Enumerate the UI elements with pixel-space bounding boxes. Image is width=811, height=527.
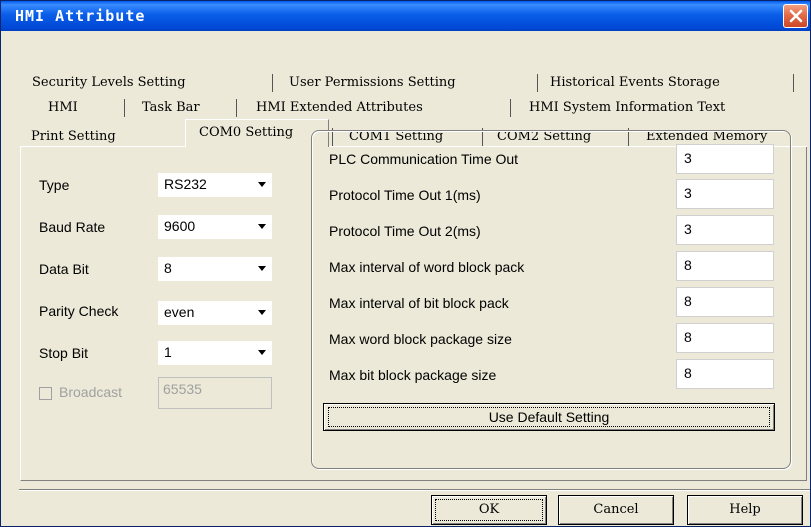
field-value: 8 [684, 329, 692, 345]
parity-check-value: even [164, 304, 195, 320]
tab-print-setting[interactable]: Print Setting [31, 127, 116, 147]
close-button[interactable] [783, 4, 808, 28]
active-tab-outline [185, 119, 329, 147]
window-title: HMI Attribute [15, 7, 146, 25]
tab-separator [124, 99, 125, 117]
max-word-block-size-label: Max word block package size [329, 331, 512, 347]
help-label: Help [729, 502, 761, 517]
chevron-down-icon [258, 182, 266, 187]
field-value: 3 [684, 185, 692, 201]
tab-separator [510, 99, 511, 117]
tab-hmi[interactable]: HMI [48, 98, 78, 118]
close-icon [789, 9, 803, 23]
tab-task-bar[interactable]: Task Bar [142, 98, 200, 118]
tab-hmi-system-information-text[interactable]: HMI System Information Text [529, 98, 725, 118]
dropdown-button[interactable] [252, 301, 272, 325]
broadcast-address-field[interactable]: 65535 [158, 377, 272, 409]
cancel-label: Cancel [593, 502, 639, 517]
data-bit-value: 8 [164, 260, 172, 276]
protocol-timeout-2-label: Protocol Time Out 2(ms) [329, 223, 481, 239]
tab-separator [793, 74, 794, 92]
protocol-timeout-1-input[interactable]: 3 [676, 179, 774, 209]
max-interval-word-block-input[interactable]: 8 [676, 251, 774, 281]
type-value: RS232 [164, 176, 207, 192]
plc-communication-timeout-label: PLC Communication Time Out [329, 151, 519, 167]
stop-bit-label: Stop Bit [39, 345, 89, 361]
stop-bit-value: 1 [164, 344, 172, 360]
tab-user-permissions-setting[interactable]: User Permissions Setting [289, 73, 456, 93]
divider-highlight [19, 490, 810, 491]
field-value: 3 [684, 221, 692, 237]
dropdown-button[interactable] [252, 215, 272, 239]
chevron-down-icon [258, 310, 266, 315]
cancel-button[interactable]: Cancel [558, 495, 674, 525]
field-value: 8 [684, 257, 692, 273]
baud-rate-value: 9600 [164, 218, 196, 234]
ok-button[interactable]: OK [431, 495, 547, 525]
tab-separator [236, 99, 237, 117]
parity-check-label: Parity Check [39, 303, 119, 319]
stop-bit-select[interactable]: 1 [158, 341, 272, 365]
use-default-setting-label: Use Default Setting [488, 409, 610, 425]
ok-label: OK [478, 502, 500, 517]
field-value: 8 [684, 293, 692, 309]
field-value: 3 [684, 150, 692, 166]
dropdown-button[interactable] [252, 173, 272, 197]
type-label: Type [39, 177, 70, 193]
broadcast-address-value: 65535 [163, 381, 202, 397]
tab-security-levels-setting[interactable]: Security Levels Setting [32, 73, 186, 93]
max-word-block-size-input[interactable]: 8 [676, 323, 774, 353]
max-interval-bit-block-label: Max interval of bit block pack [329, 295, 509, 311]
protocol-timeout-1-label: Protocol Time Out 1(ms) [329, 187, 481, 203]
dropdown-button[interactable] [252, 257, 272, 281]
tab-hmi-extended-attributes[interactable]: HMI Extended Attributes [256, 98, 423, 118]
help-button[interactable]: Help [687, 495, 803, 525]
tab-separator [272, 74, 273, 92]
type-select[interactable]: RS232 [158, 173, 272, 197]
tab-historical-events-storage[interactable]: Historical Events Storage [550, 73, 720, 93]
title-bar[interactable]: HMI Attribute [1, 1, 810, 31]
chevron-down-icon [258, 350, 266, 355]
parity-check-select[interactable]: even [158, 301, 272, 325]
max-interval-word-block-label: Max interval of word block pack [329, 259, 525, 275]
data-bit-select[interactable]: 8 [158, 257, 272, 281]
baud-rate-label: Baud Rate [39, 219, 106, 235]
max-bit-block-size-label: Max bit block package size [329, 367, 497, 383]
use-default-setting-button[interactable]: Use Default Setting [323, 403, 775, 431]
max-interval-bit-block-input[interactable]: 8 [676, 287, 774, 317]
dropdown-button[interactable] [252, 341, 272, 365]
data-bit-label: Data Bit [39, 261, 89, 277]
hmi-attribute-dialog: HMI Attribute Security Levels Setting Us… [0, 0, 811, 527]
broadcast-label: Broadcast [59, 384, 123, 400]
baud-rate-select[interactable]: 9600 [158, 215, 272, 239]
chevron-down-icon [258, 266, 266, 271]
broadcast-checkbox[interactable] [39, 387, 52, 400]
field-value: 8 [684, 365, 692, 381]
chevron-down-icon [258, 224, 266, 229]
max-bit-block-size-input[interactable]: 8 [676, 359, 774, 389]
tab-separator [537, 74, 538, 92]
plc-communication-timeout-input[interactable]: 3 [676, 144, 774, 174]
protocol-timeout-2-input[interactable]: 3 [676, 215, 774, 245]
